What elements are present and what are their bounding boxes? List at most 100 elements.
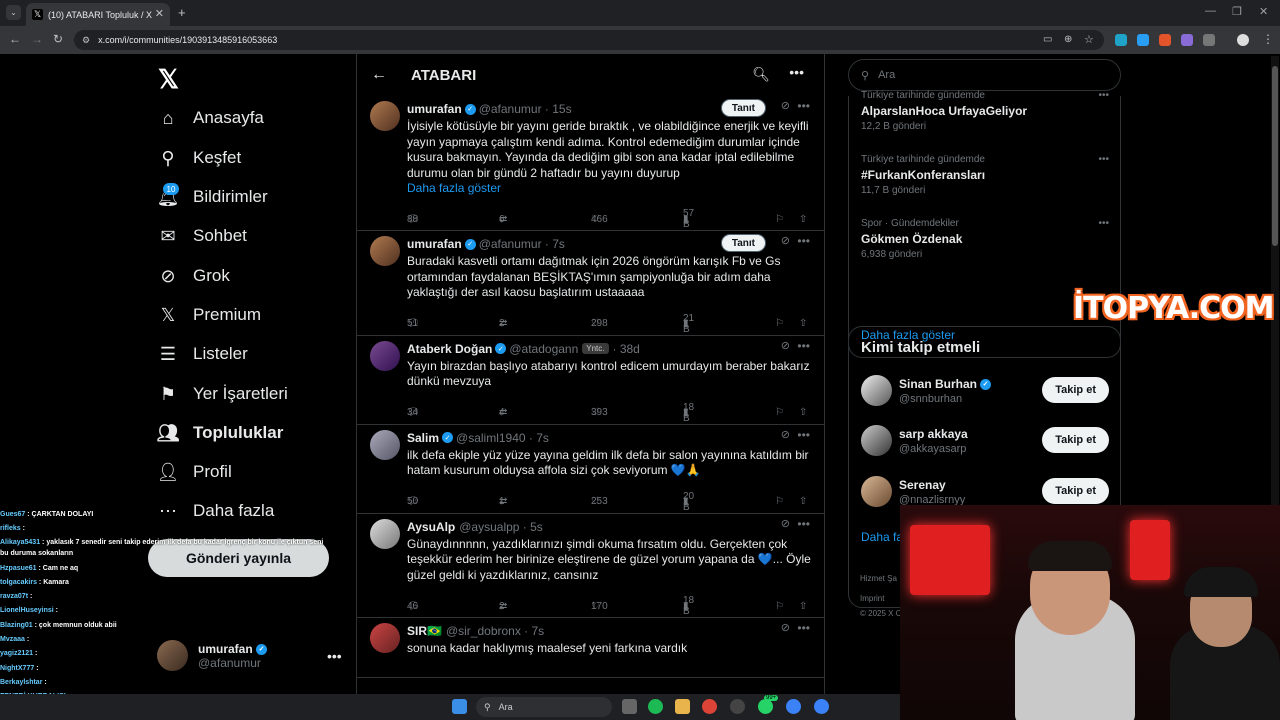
nav-item-bookmark[interactable]: ⚑ Yer İşaretleri <box>157 383 288 405</box>
search-input[interactable]: ⚲ Ara <box>848 59 1121 91</box>
follow-button[interactable]: Takip et <box>1042 427 1109 453</box>
extension-icon[interactable] <box>1115 34 1127 46</box>
like-button[interactable]: ♡ 298 <box>591 318 608 329</box>
more-icon[interactable]: ••• <box>1098 154 1109 165</box>
avatar[interactable] <box>370 101 400 131</box>
repost-button[interactable]: ⇄ 2 <box>499 318 507 329</box>
avatar[interactable] <box>370 429 400 460</box>
more-icon[interactable]: ••• <box>797 428 810 442</box>
install-icon[interactable]: ▭ <box>1043 34 1052 45</box>
reload-button[interactable]: ↻ <box>53 32 63 46</box>
more-icon[interactable]: ••• <box>797 99 810 113</box>
grok-icon[interactable]: ⊘ <box>781 339 790 352</box>
more-icon[interactable]: ••• <box>789 64 804 80</box>
address-bar[interactable]: ⚙ x.com/i/communities/190391348591605366… <box>74 30 1104 50</box>
views-button[interactable]: ▮ 20 B <box>683 491 694 513</box>
site-info-icon[interactable]: ⚙ <box>82 35 90 46</box>
extension-icon[interactable] <box>1137 34 1149 46</box>
like-button[interactable]: ♡ 170 <box>591 601 608 612</box>
new-tab-button[interactable]: + <box>178 5 186 20</box>
follow-button[interactable]: Takip et <box>1042 478 1109 504</box>
post[interactable]: umurafan ✓ @afanumur · 15s Tanıt ⊘ ••• İyisiyl… <box>357 96 824 231</box>
post[interactable]: Ataberk Doğan ✓ @atadogann Yntc. · 38d ⊘ ••• Ya… <box>357 336 824 425</box>
avatar[interactable] <box>370 623 400 653</box>
tab-search-button[interactable]: ⌄ <box>6 5 21 20</box>
nav-item-list[interactable]: ☰ Listeler <box>157 343 248 365</box>
more-icon[interactable]: ••• <box>797 339 810 353</box>
spotify-icon[interactable] <box>648 699 663 714</box>
extensions-puzzle-icon[interactable] <box>1203 34 1215 46</box>
post[interactable]: AysuAlp @aysualpp · 5s ⊘ ••• Günaydınnnnn, y… <box>357 514 824 618</box>
grok-icon[interactable]: ⊘ <box>781 99 790 112</box>
more-icon[interactable]: ••• <box>797 621 810 635</box>
bookmark-star-icon[interactable]: ☆ <box>1084 33 1094 46</box>
post[interactable]: umurafan ✓ @afanumur · 7s Tanıt ⊘ ••• Buradaki… <box>357 231 824 336</box>
nav-item-mail[interactable]: ✉ Sohbet <box>157 225 246 247</box>
app-icon[interactable] <box>814 699 829 714</box>
minimize-button[interactable]: — <box>1205 5 1216 17</box>
post-author[interactable]: SIR🇧🇷 <box>407 624 442 638</box>
repost-button[interactable]: ⇄ 1 <box>499 496 507 507</box>
more-icon[interactable]: ••• <box>797 234 810 248</box>
suggested-account[interactable]: Sinan Burhan ✓ @snnburhan Takip et <box>861 375 1111 409</box>
nav-item-x[interactable]: 𝕏 Premium <box>157 304 261 326</box>
post-author[interactable]: AysuAlp <box>407 520 455 534</box>
more-icon[interactable]: ••• <box>1098 218 1109 229</box>
more-icon[interactable]: ••• <box>797 517 810 531</box>
repost-button[interactable]: ⇄ 2 <box>499 601 507 612</box>
post-author[interactable]: umurafan <box>407 237 462 251</box>
search-icon[interactable]: 🔍︎ <box>752 66 770 83</box>
avatar[interactable] <box>861 375 892 406</box>
trend-item[interactable]: Spor · Gündemdekiler Gökmen Özdenak 6,93… <box>861 218 1111 260</box>
window-close-button[interactable]: ✕ <box>1259 5 1268 18</box>
avatar[interactable] <box>370 340 400 371</box>
extension-icon[interactable] <box>1159 34 1171 46</box>
like-button[interactable]: ♡ 393 <box>591 407 608 418</box>
suggested-account[interactable]: sarp akkaya @akkayasarp Takip et <box>861 425 1111 459</box>
obs-icon[interactable] <box>730 699 745 714</box>
post-author[interactable]: Ataberk Doğan <box>407 342 492 356</box>
close-tab-icon[interactable]: ✕ <box>155 7 164 20</box>
show-more-link[interactable]: Daha fazla göster <box>407 181 812 196</box>
reply-button[interactable]: 💬︎ 46 <box>407 601 420 612</box>
grok-icon[interactable]: ⊘ <box>781 517 790 530</box>
post-handle[interactable]: @sir_dobronx · 7s <box>446 624 544 638</box>
like-button[interactable]: ♡ 466 <box>591 214 608 225</box>
views-button[interactable]: ▮ 18 B <box>683 402 694 424</box>
grok-icon[interactable]: ⊘ <box>781 428 790 441</box>
back-arrow-icon[interactable]: ← <box>371 66 387 84</box>
nav-item-profile[interactable]: 👤︎ Profil <box>157 461 232 483</box>
promote-button[interactable]: Tanıt <box>720 99 766 117</box>
who-show-more-link[interactable]: Daha fa <box>861 530 903 544</box>
avatar[interactable] <box>861 476 892 507</box>
avatar[interactable] <box>370 236 400 266</box>
reply-button[interactable]: 💬︎ 34 <box>407 407 420 418</box>
trend-item[interactable]: Türkiye tarihinde gündemde AlparslanHoca… <box>861 90 1111 132</box>
x-logo-icon[interactable]: 𝕏 <box>158 64 179 95</box>
chrome-menu-icon[interactable]: ⋮ <box>1262 32 1274 46</box>
reply-button[interactable]: 💬︎ 50 <box>407 496 420 507</box>
like-button[interactable]: ♡ 253 <box>591 496 608 507</box>
whatsapp-icon[interactable] <box>758 699 773 714</box>
task-view-icon[interactable] <box>622 699 637 714</box>
forward-button[interactable]: → <box>31 32 43 46</box>
post-author[interactable]: Salim <box>407 431 439 445</box>
avatar[interactable] <box>370 518 400 549</box>
post[interactable]: SIR🇧🇷 @sir_dobronx · 7s ⊘ ••• sonuna kadar h… <box>357 618 824 678</box>
scrollbar-thumb[interactable] <box>1272 66 1278 246</box>
post-handle[interactable]: @aysualpp · 5s <box>459 520 543 534</box>
start-icon[interactable] <box>452 699 467 714</box>
nav-item-search[interactable]: ⚲ Keşfet <box>157 147 241 169</box>
repost-button[interactable]: ⇄ 6 <box>499 214 507 225</box>
chrome-icon[interactable] <box>702 699 717 714</box>
zoom-icon[interactable]: ⊕ <box>1064 34 1072 45</box>
follow-button[interactable]: Takip et <box>1042 377 1109 403</box>
nav-item-communities[interactable]: 👥︎ Topluluklar <box>157 422 284 444</box>
post-author[interactable]: umurafan <box>407 102 462 116</box>
promote-button[interactable]: Tanıt <box>720 234 766 252</box>
avatar[interactable] <box>861 425 892 456</box>
more-icon[interactable]: ••• <box>1098 90 1109 101</box>
views-button[interactable]: ▮ 18 B <box>683 595 694 617</box>
post-handle[interactable]: @saliml1940 · 7s <box>456 431 549 445</box>
post-handle[interactable]: @atadogann <box>509 342 578 356</box>
